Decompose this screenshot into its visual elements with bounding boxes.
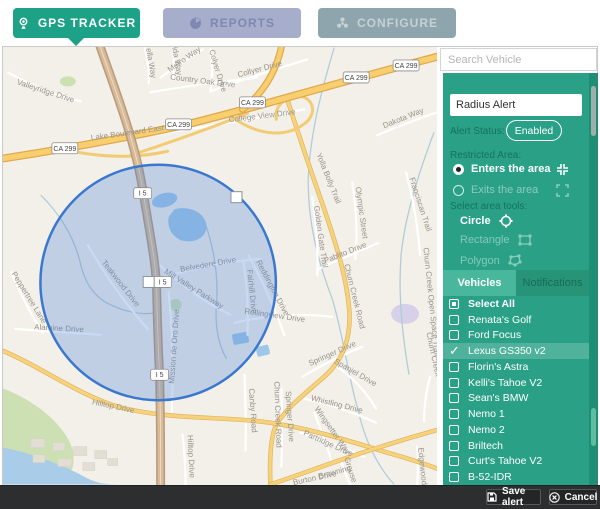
nav-configure-button[interactable]: CONFIGURE — [318, 8, 456, 38]
vehicle-name: Lexus GS350 v2 — [468, 345, 546, 357]
tab-vehicles[interactable]: Vehicles — [443, 270, 516, 296]
svg-text:CA 299: CA 299 — [241, 100, 264, 107]
vehicle-list: Select All Renata's Golf Ford Focus Lexu… — [443, 296, 589, 485]
tool-rectangle-label: Rectangle — [460, 234, 510, 246]
search-input[interactable] — [440, 48, 597, 71]
svg-text:CA 299: CA 299 — [345, 75, 368, 82]
tool-polygon[interactable]: Polygon — [460, 254, 522, 267]
save-alert-label: Save alert — [502, 486, 540, 508]
vehicle-name: Nemo 1 — [468, 408, 505, 420]
svg-text:CA 299: CA 299 — [53, 146, 76, 153]
alert-status-value: Enabled — [515, 125, 554, 137]
vehicle-row[interactable]: Curt's Tahoe V2 — [443, 454, 589, 470]
save-alert-button[interactable]: Save alert — [486, 489, 541, 505]
save-icon — [487, 492, 497, 502]
purple-area — [391, 304, 419, 324]
gps-tracker-app: GPS TRACKER REPORTS CONFIGURE — [0, 0, 600, 509]
fan-icon — [336, 17, 349, 30]
tool-rectangle[interactable]: Rectangle — [460, 234, 532, 246]
alert-status-label: Alert Status: — [450, 126, 504, 137]
select-all-row[interactable]: Select All — [443, 296, 589, 312]
nav-gps-tracker-button[interactable]: GPS TRACKER — [13, 8, 140, 38]
tab-vehicles-label: Vehicles — [457, 277, 501, 289]
vehicle-name: Ford Focus — [468, 329, 521, 341]
circle-edge-handle[interactable] — [231, 192, 242, 203]
vehicle-checkbox[interactable] — [449, 409, 459, 419]
select-all-label: Select All — [468, 298, 515, 310]
vehicle-name: Florin's Astra — [468, 361, 528, 373]
vehicle-name: Curt's Tahoe V2 — [468, 455, 542, 467]
nav-configure-label: CONFIGURE — [357, 16, 438, 30]
enters-area-label: Enters the area — [471, 163, 550, 175]
tool-polygon-label: Polygon — [460, 255, 500, 267]
vehicle-name: Renata's Golf — [468, 314, 531, 326]
nav-reports-label: REPORTS — [210, 16, 275, 30]
cancel-button[interactable]: Cancel — [549, 489, 597, 505]
vehicle-row[interactable]: Florin's Astra — [443, 359, 589, 375]
vehicle-row[interactable]: Renata's Golf — [443, 312, 589, 328]
vehicle-checkbox[interactable] — [449, 393, 459, 403]
rectangle-tool-icon — [518, 234, 532, 246]
vehicle-row[interactable]: Nemo 2 — [443, 422, 589, 438]
restricted-area-label: Restricted Area: — [450, 150, 521, 161]
svg-text:CA 299: CA 299 — [167, 122, 190, 129]
vehicle-checkbox[interactable] — [449, 378, 459, 388]
vehicle-checkbox[interactable] — [449, 315, 459, 325]
expand-arrows-icon — [556, 184, 569, 197]
exits-area-label: Exits the area — [471, 184, 538, 196]
radio-selected-icon — [453, 164, 464, 175]
vehicle-name: Briltech — [468, 440, 503, 452]
vehicle-checkbox[interactable] — [449, 362, 459, 372]
tool-circle-label: Circle — [460, 215, 491, 227]
tool-circle[interactable]: Circle — [460, 214, 513, 228]
vehicle-name: Nemo 2 — [468, 424, 505, 436]
sidebar-tabs: Vehicles Notifications — [443, 270, 589, 296]
polygon-tool-icon — [508, 254, 522, 267]
cancel-label: Cancel — [565, 492, 598, 503]
vehicle-name: Sean's BMW — [468, 392, 528, 404]
pie-chart-icon — [189, 17, 202, 30]
vehicle-row[interactable]: Nemo 1 — [443, 406, 589, 422]
vehicle-row[interactable]: Ford Focus — [443, 328, 589, 344]
svg-text:I 5: I 5 — [159, 279, 167, 286]
vehicle-row[interactable]: B-52-IDR — [443, 469, 589, 485]
vehicle-row-selected[interactable]: Lexus GS350 v2 — [443, 343, 589, 359]
vehicle-row[interactable]: Kelli's Tahoe V2 — [443, 375, 589, 391]
circle-center-handle[interactable] — [143, 276, 154, 287]
select-tools-label: Select area tools: — [450, 201, 527, 212]
vehicle-checkbox[interactable] — [449, 425, 459, 435]
nav-reports-button[interactable]: REPORTS — [163, 8, 301, 38]
vehicle-checkbox-checked[interactable] — [449, 346, 459, 356]
svg-text:CA 299: CA 299 — [395, 63, 418, 70]
enters-area-radio[interactable]: Enters the area — [453, 163, 550, 175]
select-all-checkbox[interactable] — [449, 299, 459, 309]
alert-status-toggle[interactable]: Enabled — [506, 120, 562, 141]
sidebar-scrollbar-thumb[interactable] — [591, 86, 596, 136]
compress-arrows-icon — [556, 163, 569, 176]
cancel-circle-x-icon — [549, 492, 560, 503]
vehicle-checkbox[interactable] — [449, 441, 459, 451]
tab-notifications[interactable]: Notifications — [516, 270, 589, 296]
vehicle-name: B-52-IDR — [468, 471, 512, 483]
map-canvas[interactable]: Valleyridge Drive Country Oak Drive Metr… — [3, 47, 437, 485]
svg-text:I 5: I 5 — [156, 372, 164, 379]
alert-name-input[interactable] — [450, 94, 582, 116]
vehicle-checkbox[interactable] — [449, 330, 459, 340]
vehicle-checkbox[interactable] — [449, 472, 459, 482]
list-scrollbar-thumb[interactable] — [591, 408, 596, 446]
circle-tool-icon — [499, 214, 513, 228]
vehicle-name: Kelli's Tahoe V2 — [468, 377, 542, 389]
gps-pin-icon — [17, 17, 30, 30]
vehicle-row[interactable]: Briltech — [443, 438, 589, 454]
radio-unselected-icon — [453, 185, 464, 196]
vehicle-row[interactable]: Sean's BMW — [443, 391, 589, 407]
svg-text:I 5: I 5 — [139, 191, 147, 198]
vehicle-checkbox[interactable] — [449, 456, 459, 466]
tab-notifications-label: Notifications — [523, 277, 583, 289]
exits-area-radio[interactable]: Exits the area — [453, 184, 538, 196]
nav-gps-label: GPS TRACKER — [38, 16, 136, 30]
active-tab-pointer — [68, 38, 84, 46]
